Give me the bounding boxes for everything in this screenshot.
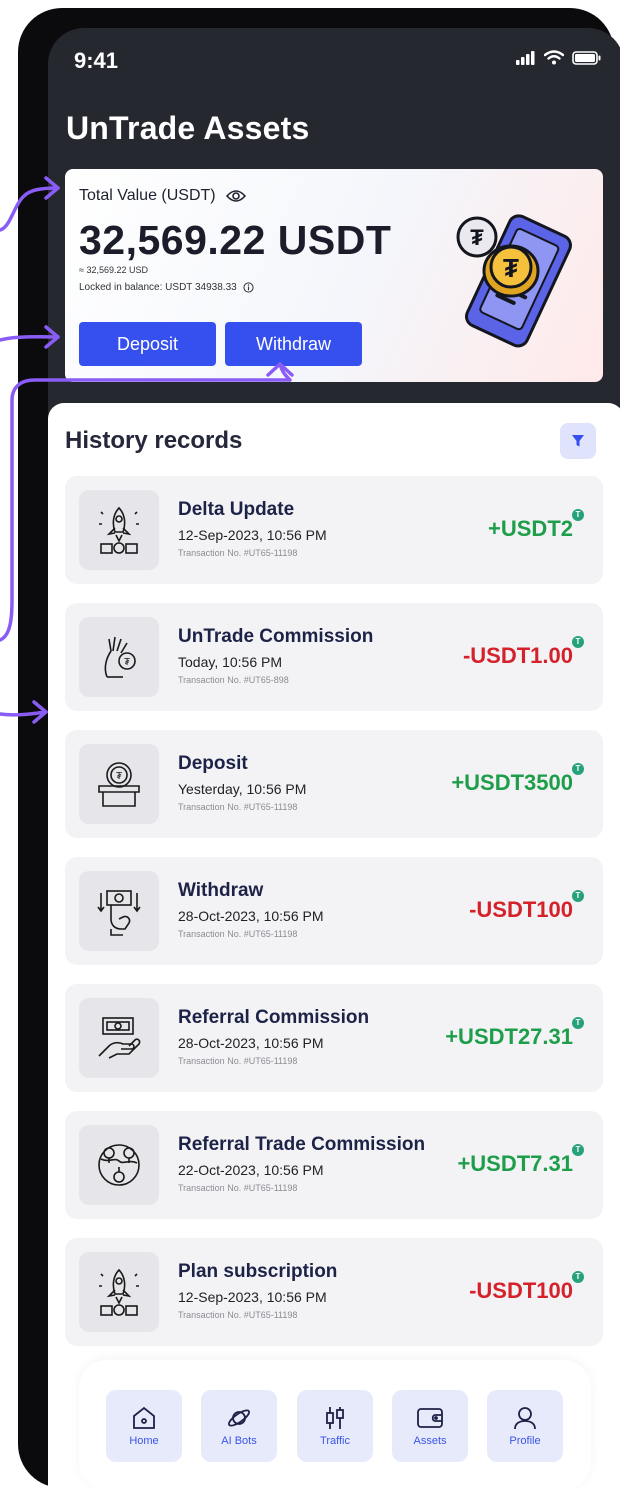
record-amount: -USDT1.00 bbox=[462, 643, 573, 668]
nav-label: AI Bots bbox=[221, 1435, 257, 1447]
record-amount: -USDT100 bbox=[469, 1278, 573, 1303]
phone-frame: 9:41 UnTrade Assets Total Value (USDT) 3… bbox=[18, 8, 620, 1488]
withdraw-cash-icon bbox=[79, 871, 159, 951]
record-transaction-no: Transaction No. #UT65-898 bbox=[178, 675, 289, 685]
history-record[interactable]: Delta Update 12-Sep-2023, 10:56 PM Trans… bbox=[65, 476, 603, 584]
screen: 9:41 UnTrade Assets Total Value (USDT) 3… bbox=[48, 28, 620, 1488]
rocket-icon bbox=[79, 490, 159, 570]
record-amount: +USDT2 bbox=[488, 516, 573, 541]
status-icons bbox=[516, 50, 602, 65]
tether-coin-icon: T bbox=[572, 763, 584, 775]
nav-item-traffic[interactable]: Traffic bbox=[297, 1390, 373, 1462]
history-record[interactable]: Withdraw 28-Oct-2023, 10:56 PM Transacti… bbox=[65, 857, 603, 965]
nav-label: Profile bbox=[509, 1435, 541, 1447]
nav-item-assets[interactable]: Assets bbox=[392, 1390, 468, 1462]
history-sheet: History records Delta Update 12-Sep-2023… bbox=[48, 403, 620, 1488]
record-date: 28-Oct-2023, 10:56 PM bbox=[178, 1035, 324, 1051]
record-transaction-no: Transaction No. #UT65-11198 bbox=[178, 1310, 298, 1320]
locked-balance: Locked in balance: USDT 34938.33 bbox=[79, 282, 237, 293]
bottom-nav: Home AI Bots Traffic Assets Profile bbox=[79, 1360, 591, 1488]
info-icon[interactable] bbox=[243, 282, 254, 293]
page-title: UnTrade Assets bbox=[66, 110, 310, 146]
record-date: Today, 10:56 PM bbox=[178, 654, 283, 670]
planet-icon bbox=[228, 1409, 250, 1427]
total-value-label-row: Total Value (USDT) bbox=[79, 187, 246, 205]
nav-item-profile[interactable]: Profile bbox=[487, 1390, 563, 1462]
record-title: Deposit bbox=[178, 753, 248, 774]
record-date: Yesterday, 10:56 PM bbox=[178, 781, 307, 797]
status-time: 9:41 bbox=[74, 48, 119, 73]
total-value-amount: 32,569.22 USDT bbox=[79, 217, 392, 263]
wifi-icon bbox=[544, 50, 564, 65]
nav-item-ai-bots[interactable]: AI Bots bbox=[201, 1390, 277, 1462]
record-date: 12-Sep-2023, 10:56 PM bbox=[178, 527, 327, 543]
tether-coin-icon: T bbox=[572, 1144, 584, 1156]
record-date: 22-Oct-2023, 10:56 PM bbox=[178, 1162, 324, 1178]
candlestick-icon bbox=[326, 1407, 344, 1429]
record-transaction-no: Transaction No. #UT65-11198 bbox=[178, 929, 298, 939]
filter-button[interactable] bbox=[560, 423, 596, 459]
history-record[interactable]: ₮ UnTrade Commission Today, 10:56 PM Tra… bbox=[65, 603, 603, 711]
history-record[interactable]: Plan subscription 12-Sep-2023, 10:56 PM … bbox=[65, 1238, 603, 1346]
record-date: 12-Sep-2023, 10:56 PM bbox=[178, 1289, 327, 1305]
wallet-illustration: ₮ ₮ bbox=[456, 214, 572, 348]
history-title: History records bbox=[65, 427, 243, 454]
battery-icon bbox=[572, 50, 601, 65]
deposit-button[interactable]: Deposit bbox=[79, 322, 216, 366]
record-amount: +USDT3500 bbox=[451, 770, 573, 795]
history-record[interactable]: Referral Commission 28-Oct-2023, 10:56 P… bbox=[65, 984, 603, 1092]
signal-icon bbox=[516, 50, 535, 65]
nav-label: Assets bbox=[413, 1435, 447, 1447]
money-hand-icon bbox=[79, 998, 159, 1078]
record-transaction-no: Transaction No. #UT65-11198 bbox=[178, 802, 298, 812]
record-title: Withdraw bbox=[178, 880, 264, 901]
nav-label: Traffic bbox=[320, 1435, 350, 1447]
filter-icon bbox=[572, 435, 584, 447]
record-amount: +USDT7.31 bbox=[457, 1151, 573, 1176]
locked-balance-row: Locked in balance: USDT 34938.33 bbox=[79, 282, 254, 293]
record-title: Referral Trade Commission bbox=[178, 1134, 426, 1155]
status-bar: 9:41 bbox=[48, 28, 620, 88]
record-title: UnTrade Commission bbox=[178, 626, 374, 647]
history-record[interactable]: Referral Trade Commission 22-Oct-2023, 1… bbox=[65, 1111, 603, 1219]
rocket-icon bbox=[79, 1252, 159, 1332]
tether-coin-icon: T bbox=[572, 636, 584, 648]
svg-text:₮: ₮ bbox=[116, 771, 122, 782]
record-amount: +USDT27.31 bbox=[445, 1024, 573, 1049]
user-icon bbox=[514, 1407, 536, 1430]
globe-network-icon bbox=[79, 1125, 159, 1205]
wallet-icon bbox=[417, 1408, 443, 1428]
tether-coin-icon: T bbox=[572, 509, 584, 521]
withdraw-button[interactable]: Withdraw bbox=[225, 322, 362, 366]
hand-coin-icon: ₮ bbox=[79, 617, 159, 697]
svg-text:₮: ₮ bbox=[470, 225, 484, 250]
total-value-label: Total Value (USDT) bbox=[79, 187, 216, 204]
record-amount: -USDT100 bbox=[469, 897, 573, 922]
nav-item-home[interactable]: Home bbox=[106, 1390, 182, 1462]
svg-text:₮: ₮ bbox=[503, 253, 519, 283]
tether-coin-icon: T bbox=[572, 1271, 584, 1283]
eye-icon[interactable] bbox=[225, 189, 246, 203]
nav-label: Home bbox=[129, 1435, 159, 1447]
record-title: Plan subscription bbox=[178, 1261, 338, 1282]
record-transaction-no: Transaction No. #UT65-11198 bbox=[178, 1056, 298, 1066]
history-record[interactable]: ₮ Deposit Yesterday, 10:56 PM Transactio… bbox=[65, 730, 603, 838]
usd-equivalent: ≈ 32,569.22 USD bbox=[79, 265, 148, 275]
tether-coin-icon: T bbox=[572, 1017, 584, 1029]
record-title: Delta Update bbox=[178, 499, 295, 520]
svg-text:₮: ₮ bbox=[124, 657, 130, 668]
record-date: 28-Oct-2023, 10:56 PM bbox=[178, 908, 324, 924]
deposit-box-icon: ₮ bbox=[79, 744, 159, 824]
record-title: Referral Commission bbox=[178, 1007, 370, 1028]
balance-card: Total Value (USDT) 32,569.22 USDT ≈ 32,5… bbox=[65, 169, 603, 382]
home-icon bbox=[133, 1406, 155, 1429]
record-transaction-no: Transaction No. #UT65-11198 bbox=[178, 548, 298, 558]
tether-coin-icon: T bbox=[572, 890, 584, 902]
record-transaction-no: Transaction No. #UT65-11198 bbox=[178, 1183, 298, 1193]
